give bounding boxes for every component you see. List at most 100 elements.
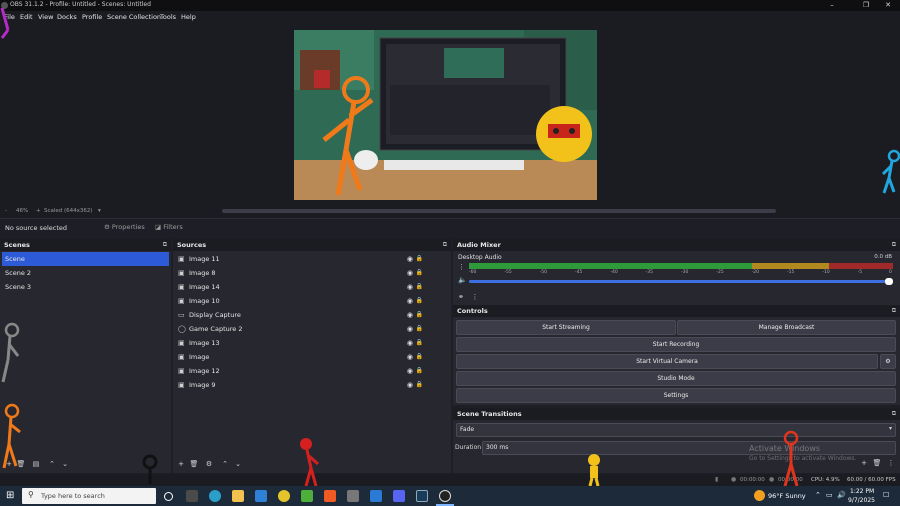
lock-icon[interactable]: 🔒 <box>416 364 423 378</box>
lock-icon[interactable]: 🔒 <box>416 266 423 280</box>
notification-icon[interactable]: ☐ <box>883 491 889 499</box>
lock-icon[interactable]: 🔒 <box>416 294 423 308</box>
close-button[interactable]: ✕ <box>878 0 898 11</box>
menu-edit[interactable]: Edit <box>20 13 33 21</box>
menu-tools[interactable]: Tools <box>160 13 176 21</box>
vscode-icon[interactable] <box>370 490 382 502</box>
transition-select[interactable]: Fade ▾ <box>456 423 896 437</box>
source-row[interactable]: ▭ Display Capture ◉ 🔒 <box>177 308 447 322</box>
down-arrow-icon[interactable]: ⌄ <box>232 458 244 470</box>
undock-icon[interactable]: ⧉ <box>443 241 447 249</box>
lock-icon[interactable]: 🔒 <box>416 336 423 350</box>
speaker-icon[interactable]: 🔈 <box>458 276 467 284</box>
task-view-icon[interactable] <box>164 492 173 501</box>
minecraft-icon[interactable] <box>301 490 313 502</box>
source-row[interactable]: ▣ Image 10 ◉ 🔒 <box>177 294 447 308</box>
menu-docks[interactable]: Docks <box>57 13 77 21</box>
lock-icon[interactable]: 🔒 <box>416 308 423 322</box>
add-icon[interactable]: + <box>858 457 870 469</box>
zoom-in-button[interactable]: + <box>36 208 41 214</box>
up-arrow-icon[interactable]: ⌃ <box>46 458 58 470</box>
lock-icon[interactable]: 🔒 <box>416 252 423 266</box>
eye-icon[interactable]: ◉ <box>407 280 413 294</box>
lock-icon[interactable]: 🔒 <box>416 350 423 364</box>
kebab-icon[interactable]: ⋮ <box>469 291 481 303</box>
studio-mode-button[interactable]: Studio Mode <box>456 371 896 386</box>
store-icon[interactable] <box>255 490 267 502</box>
clock-time[interactable]: 1:22 PM <box>850 488 874 495</box>
scene-item[interactable]: Scene 2 <box>2 266 169 280</box>
minimize-button[interactable]: – <box>822 0 842 11</box>
eye-icon[interactable]: ◉ <box>407 294 413 308</box>
lock-icon[interactable]: 🔒 <box>416 378 423 392</box>
chrome-icon[interactable] <box>278 490 290 502</box>
settings-button[interactable]: Settings <box>456 388 896 403</box>
eye-icon[interactable]: ◉ <box>407 364 413 378</box>
duration-input[interactable]: 300 ms <box>482 441 896 455</box>
eye-icon[interactable]: ◉ <box>407 322 413 336</box>
filter-icon[interactable]: ▤ <box>30 458 42 470</box>
eye-icon[interactable]: ◉ <box>407 336 413 350</box>
windows-start-icon[interactable]: ⊞ <box>6 491 16 501</box>
scale-dropdown-icon[interactable]: ▾ <box>98 208 101 214</box>
source-row[interactable]: ◯ Game Capture 2 ◉ 🔒 <box>177 322 447 336</box>
start-streaming-button[interactable]: Start Streaming <box>456 320 676 335</box>
volume-icon[interactable]: 🔊 <box>837 491 846 499</box>
filters-button[interactable]: ◪ Filters <box>155 223 183 231</box>
scene-item[interactable]: Scene <box>2 252 169 266</box>
source-row[interactable]: ▣ Image 9 ◉ 🔒 <box>177 378 447 392</box>
menu-profile[interactable]: Profile <box>82 13 102 21</box>
properties-button[interactable]: ⚙ Properties <box>104 223 145 231</box>
menu-view[interactable]: View <box>38 13 53 21</box>
lock-icon[interactable]: 🔒 <box>416 322 423 336</box>
eye-icon[interactable]: ◉ <box>407 350 413 364</box>
source-row[interactable]: ▣ Image 12 ◉ 🔒 <box>177 364 447 378</box>
kebab-icon[interactable]: ⋮ <box>458 263 465 271</box>
trash-icon[interactable]: 🗑 <box>871 457 883 469</box>
trash-icon[interactable]: 🗑 <box>188 458 200 470</box>
zoom-out-button[interactable]: - <box>5 208 7 214</box>
add-icon[interactable]: + <box>175 458 187 470</box>
source-row[interactable]: ▣ Image 13 ◉ 🔒 <box>177 336 447 350</box>
undock-icon[interactable]: ⧉ <box>892 410 896 418</box>
undock-icon[interactable]: ⧉ <box>163 241 167 249</box>
gamepad-app-icon[interactable] <box>347 490 359 502</box>
menu-scene-collection[interactable]: Scene Collection <box>107 13 161 21</box>
taskbar-search[interactable]: ⚲ Type here to search <box>22 488 156 504</box>
eye-icon[interactable]: ◉ <box>407 308 413 322</box>
steam-icon[interactable] <box>416 490 428 502</box>
eye-icon[interactable]: ◉ <box>407 378 413 392</box>
edge-icon[interactable] <box>209 490 221 502</box>
lock-icon[interactable]: 🔒 <box>416 280 423 294</box>
undock-icon[interactable]: ⧉ <box>892 241 896 249</box>
source-row[interactable]: ▣ Image 11 ◉ 🔒 <box>177 252 447 266</box>
network-icon[interactable]: ▭ <box>826 491 833 499</box>
widgets-icon[interactable] <box>186 490 198 502</box>
brave-icon[interactable] <box>324 490 336 502</box>
volume-thumb[interactable] <box>885 278 893 285</box>
eye-icon[interactable]: ◉ <box>407 252 413 266</box>
preview-scrollbar[interactable] <box>222 209 776 213</box>
source-row[interactable]: ▣ Image ◉ 🔒 <box>177 350 447 364</box>
start-virtual-camera-button[interactable]: Start Virtual Camera <box>456 354 878 369</box>
volume-slider[interactable] <box>469 278 893 285</box>
scene-item[interactable]: Scene 3 <box>2 280 169 294</box>
preview-canvas[interactable] <box>294 30 597 200</box>
kebab-icon[interactable]: ⋮ <box>885 457 897 469</box>
menu-help[interactable]: Help <box>181 13 196 21</box>
start-recording-button[interactable]: Start Recording <box>456 337 896 352</box>
source-row[interactable]: ▣ Image 14 ◉ 🔒 <box>177 280 447 294</box>
manage-broadcast-button[interactable]: Manage Broadcast <box>677 320 896 335</box>
virtual-camera-settings-button[interactable]: ⚙ <box>880 354 896 369</box>
source-row[interactable]: ▣ Image 8 ◉ 🔒 <box>177 266 447 280</box>
chevron-up-icon[interactable]: ⌃ <box>815 491 821 499</box>
down-arrow-icon[interactable]: ⌄ <box>59 458 71 470</box>
file-explorer-icon[interactable] <box>232 490 244 502</box>
undock-icon[interactable]: ⧉ <box>892 307 896 315</box>
link-icon[interactable]: ⚭ <box>455 291 467 303</box>
maximize-button[interactable]: ❐ <box>856 0 876 11</box>
gear-icon[interactable]: ⚙ <box>203 458 215 470</box>
eye-icon[interactable]: ◉ <box>407 266 413 280</box>
obs-app-icon[interactable] <box>439 490 451 502</box>
weather-text[interactable]: 96°F Sunny <box>768 492 806 500</box>
